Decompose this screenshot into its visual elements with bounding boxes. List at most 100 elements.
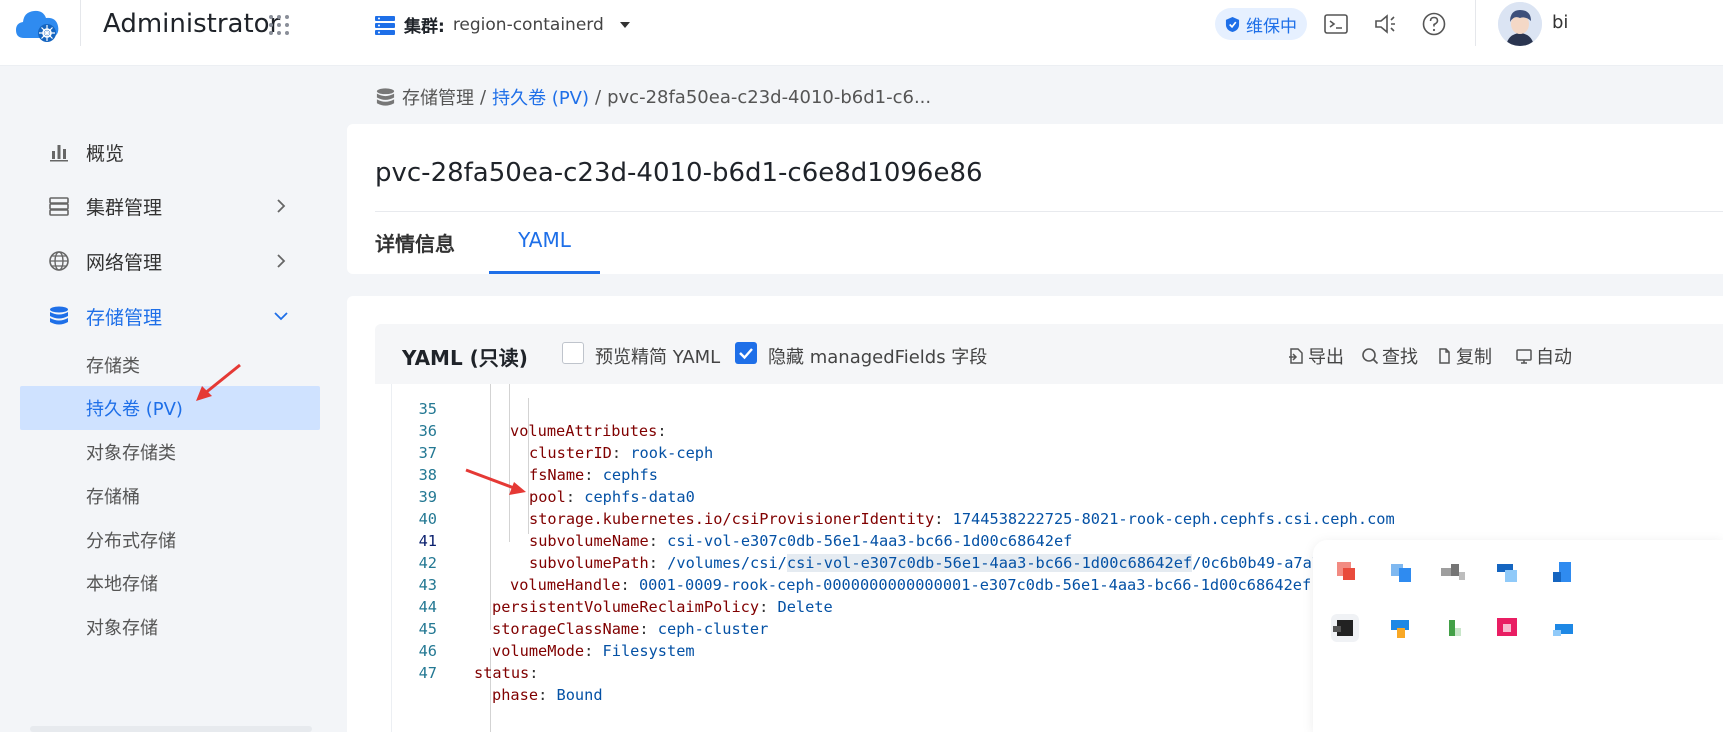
export-label: 导出 — [1308, 347, 1344, 368]
copy-label: 复制 — [1456, 347, 1492, 368]
code-line: 36 clusterID: rook-ceph — [392, 398, 1723, 462]
sidebar-item-cluster[interactable]: 集群管理 — [20, 184, 320, 228]
check-icon — [739, 348, 753, 360]
app-shortcut-icon[interactable] — [1387, 558, 1415, 586]
line-number: 47 — [418, 664, 437, 682]
auto-wrap-button[interactable]: 自动 — [1515, 343, 1572, 369]
sidebar-item-overview[interactable]: 概览 — [20, 130, 320, 174]
subitem-label: 存储类 — [86, 356, 140, 377]
hide-managed-fields-checkbox[interactable] — [735, 342, 757, 364]
preview-checkbox[interactable] — [562, 342, 584, 364]
username[interactable]: bi — [1552, 12, 1568, 33]
sidebar-subitem-pv[interactable]: 持久卷 (PV) — [20, 386, 320, 430]
code-line-current: 41 subvolumePath: /volumes/csi/csi-vol-e… — [392, 508, 1723, 572]
export-icon — [1289, 348, 1303, 364]
app-shortcut-icon[interactable] — [1493, 614, 1521, 642]
database-icon — [376, 87, 395, 106]
speaker-icon[interactable] — [1372, 11, 1398, 37]
avatar[interactable] — [1498, 2, 1542, 46]
cluster-label: 集群: — [404, 17, 445, 37]
bar-chart-icon — [50, 145, 68, 162]
subitem-label: 对象存储 — [86, 618, 158, 639]
yaml-key: phase — [492, 686, 539, 704]
yaml-toolbar: YAML (只读) 预览精简 YAML 隐藏 managedFields 字段 … — [375, 324, 1723, 384]
chevron-right-icon — [277, 254, 286, 268]
sidebar-subitem-storage-class[interactable]: 存储类 — [20, 343, 320, 387]
tab-details[interactable]: 详情信息 — [375, 228, 455, 274]
maintenance-badge[interactable]: 维保中 — [1215, 8, 1307, 40]
yaml-key: status — [474, 664, 530, 682]
page-title: pvc-28fa50ea-c23d-4010-b6d1-c6e8d1096e86 — [375, 158, 983, 188]
sidebar-item-network[interactable]: 网络管理 — [20, 239, 320, 283]
subitem-label: 对象存储类 — [86, 443, 176, 464]
app-shortcut-icon[interactable] — [1439, 614, 1467, 642]
sidebar-subitem-object-storage[interactable]: 对象存储 — [20, 605, 320, 649]
sidebar-subitem-local-storage[interactable]: 本地存储 — [20, 561, 320, 605]
top-bar: Administrator 集群: region-containerd 维保中 — [0, 0, 1723, 66]
code-line: 39 storage.kubernetes.io/csiProvisionerI… — [392, 464, 1723, 528]
breadcrumb-current: pvc-28fa50ea-c23d-4010-b6d1-c6... — [607, 86, 932, 108]
globe-icon — [49, 251, 69, 271]
copy-button[interactable]: 复制 — [1435, 343, 1492, 369]
export-button[interactable]: 导出 — [1287, 343, 1344, 369]
database-icon — [50, 306, 68, 325]
sidebar-subitem-bucket[interactable]: 存储桶 — [20, 474, 320, 518]
sidebar-item-storage[interactable]: 存储管理 — [20, 294, 320, 338]
sidebar-subitem-object-storage-class[interactable]: 对象存储类 — [20, 430, 320, 474]
preview-label[interactable]: 预览精简 YAML — [595, 343, 720, 369]
header-divider-right — [1475, 0, 1476, 46]
sidebar: 概览 集群管理 网络管理 存储管理 存储类 持久卷 (PV) 对象存储类 存储桶… — [0, 66, 340, 732]
code-line: 40 subvolumeName: csi-vol-e307c0db-56e1-… — [392, 486, 1723, 550]
app-shortcut-icon[interactable] — [1549, 614, 1577, 642]
yaml-value: Bound — [556, 686, 603, 704]
sidebar-item-label: 概览 — [86, 142, 125, 165]
breadcrumb-separator: / — [480, 86, 487, 108]
terminal-icon[interactable] — [1323, 11, 1349, 37]
server-icon — [49, 197, 69, 216]
copy-icon — [1439, 348, 1450, 364]
code-line: 37 fsName: cephfs — [392, 420, 1723, 484]
app-shortcut-icon[interactable] — [1331, 614, 1359, 642]
sidebar-scrollbar[interactable] — [30, 726, 312, 732]
server-icon — [375, 15, 395, 35]
yaml-readonly-label: YAML (只读) — [402, 346, 528, 370]
caret-down-icon — [619, 21, 630, 28]
header-divider — [80, 0, 81, 46]
app-grid-icon[interactable] — [268, 14, 290, 36]
monitor-icon — [1516, 349, 1532, 364]
title-card: pvc-28fa50ea-c23d-4010-b6d1-c6e8d1096e86… — [347, 124, 1723, 274]
cluster-selector[interactable]: 集群: region-containerd — [374, 12, 632, 37]
app-shortcut-icon[interactable] — [1549, 558, 1577, 586]
shield-icon — [1225, 16, 1240, 32]
search-icon — [1362, 348, 1379, 365]
find-label: 查找 — [1382, 347, 1418, 368]
code-line: 38 pool: cephfs-data0 — [392, 442, 1723, 506]
maintenance-label: 维保中 — [1246, 16, 1297, 37]
app-shortcut-icon[interactable] — [1493, 558, 1521, 586]
app-shortcut-icon[interactable] — [1439, 558, 1467, 586]
sidebar-item-label: 集群管理 — [86, 196, 163, 219]
chevron-right-icon — [277, 199, 286, 213]
find-button[interactable]: 查找 — [1361, 343, 1418, 369]
breadcrumb-root[interactable]: 存储管理 — [402, 84, 474, 110]
tab-yaml[interactable]: YAML — [489, 228, 600, 274]
cloud-logo-icon[interactable] — [14, 6, 62, 46]
subitem-label: 存储桶 — [86, 487, 140, 508]
subitem-label: 分布式存储 — [86, 531, 176, 552]
chevron-down-icon — [274, 312, 288, 321]
code-line: 35 volumeAttributes: — [392, 384, 1723, 440]
hide-managed-fields-label[interactable]: 隐藏 managedFields 字段 — [768, 343, 987, 369]
app-shortcut-icon[interactable] — [1331, 558, 1359, 586]
subitem-label: 持久卷 (PV) — [86, 399, 183, 420]
help-icon[interactable] — [1421, 11, 1447, 37]
breadcrumb-parent-link[interactable]: 持久卷 (PV) — [492, 84, 589, 110]
sidebar-item-label: 网络管理 — [86, 251, 163, 274]
subitem-label: 本地存储 — [86, 574, 158, 595]
sidebar-subitem-distributed-storage[interactable]: 分布式存储 — [20, 518, 320, 562]
app-shortcut-icon[interactable] — [1387, 614, 1415, 642]
floating-app-panel — [1313, 540, 1723, 732]
annotation-arrow-icon — [196, 363, 241, 401]
sidebar-item-label: 存储管理 — [86, 306, 163, 329]
breadcrumb: 存储管理 / 持久卷 (PV) / pvc-28fa50ea-c23d-4010… — [375, 84, 931, 110]
annotation-arrow-icon — [465, 468, 526, 495]
